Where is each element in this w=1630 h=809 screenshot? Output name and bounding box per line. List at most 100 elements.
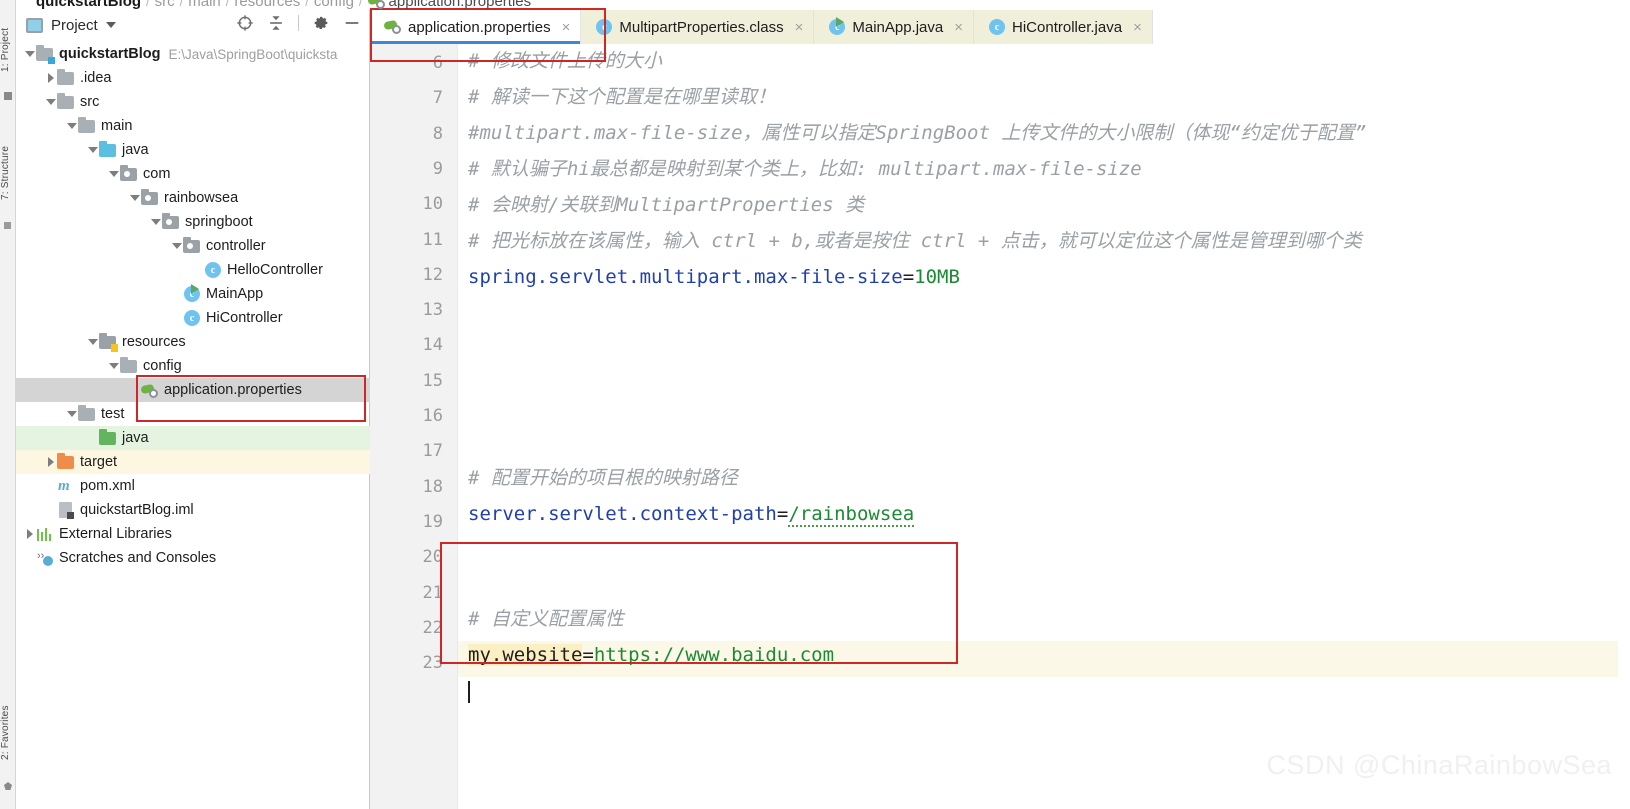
tree-node-application.properties[interactable]: application.properties [16,378,370,402]
code-line-23[interactable] [468,681,470,703]
tree-node-label: src [80,93,100,110]
line-number-19: 19 [422,511,443,532]
breadcrumb-part-resources[interactable]: resources [234,0,300,10]
tree-node-mainapp[interactable]: c MainApp [16,282,370,306]
close-icon[interactable]: × [795,20,804,35]
code-content[interactable]: # 修改文件上传的大小 # 解读一下这个配置是在哪里读取！ #multipart… [459,44,1630,809]
chevron-down-icon[interactable] [171,234,183,258]
code-line-21[interactable]: # 自定义配置属性 [468,610,624,629]
tree-node-java[interactable]: java [16,138,370,162]
chevron-right-icon[interactable] [45,66,57,90]
chevron-down-icon[interactable] [108,354,120,378]
tree-node-resources[interactable]: resources [16,330,370,354]
collapse-all-icon[interactable] [267,14,285,32]
tree-node-hicontroller[interactable]: c HiController [16,306,370,330]
tree-node-label: controller [206,237,266,254]
chevron-down-icon[interactable] [150,210,162,234]
code-line-22[interactable]: my.website=https://www.baidu.com [468,644,834,666]
tree-node-com[interactable]: com [16,162,370,186]
chevron-down-icon[interactable] [105,22,116,28]
iml-file-icon [57,502,75,519]
line-number-11: 11 [422,229,443,250]
tree-node-springboot[interactable]: springboot [16,210,370,234]
code-line-18[interactable]: server.servlet.context-path=/rainbowsea [468,503,915,527]
code-line-10[interactable]: # 会映射/关联到MultipartProperties 类 [468,196,864,215]
chevron-down-icon[interactable] [45,90,57,114]
tool-window-button-project[interactable]: 1: Project [0,14,16,86]
code-line-7[interactable]: # 解读一下这个配置是在哪里读取！ [468,88,776,107]
breadcrumb-part-main[interactable]: main [188,0,221,10]
editor-tab-multipartproperties.class[interactable]: c MultipartProperties.class × [581,10,815,44]
chevron-right-icon[interactable] [45,450,57,474]
tree-node-label: quickstartBlog [59,45,161,62]
editor-tab-application.properties[interactable]: application.properties × [370,10,582,44]
close-icon[interactable]: × [1133,20,1142,35]
breadcrumb-part-config[interactable]: config [314,0,354,10]
package-icon [120,165,138,182]
tree-node-label: main [101,117,133,134]
code-line-12[interactable]: spring.servlet.multipart.max-file-size=1… [468,268,960,287]
tree-node-java[interactable]: java [16,426,370,450]
code-line-8[interactable]: #multipart.max-file-size，属性可以指定SpringBoo… [468,124,1366,143]
breadcrumb-root[interactable]: quickstartBlog [36,0,141,10]
tree-node-external-libraries[interactable]: External Libraries [16,522,370,546]
code-line-9[interactable]: # 默认骗子hi最总都是映射到某个类上，比如: multipart.max-fi… [468,160,1142,179]
tool-window-button-favorites[interactable]: 2: Favorites [0,690,16,776]
toolbar-divider [298,15,299,31]
breadcrumb-file[interactable]: application.properties [366,0,531,10]
chevron-down-icon[interactable] [24,42,36,66]
line-number-14: 14 [422,335,443,356]
tree-node-label: java [122,141,149,158]
chevron-down-icon[interactable] [108,162,120,186]
watermark: CSDN @ChinaRainbowSea [1266,750,1612,780]
breadcrumb: quickstartBlog / src / main / resources … [36,0,531,10]
tool-strip-marker [4,92,12,100]
chevron-down-icon[interactable] [87,330,99,354]
close-icon[interactable]: × [954,20,963,35]
tree-node-test[interactable]: test [16,402,370,426]
tree-node-label: resources [122,333,186,350]
tool-window-button-structure[interactable]: 7: Structure [0,130,16,216]
editor-tab-hicontroller.java[interactable]: c HiController.java × [974,10,1153,44]
close-icon[interactable]: × [562,20,571,35]
code-line-6[interactable]: # 修改文件上传的大小 [468,52,662,71]
tree-node-pom.xml[interactable]: m pom.xml [16,474,370,498]
project-panel-header: Project [16,10,369,40]
tree-node-.idea[interactable]: .idea [16,66,370,90]
target-locate-icon[interactable] [236,14,254,32]
chevron-down-icon[interactable] [129,186,141,210]
tree-node-controller[interactable]: controller [16,234,370,258]
breadcrumb-part-src[interactable]: src [155,0,175,10]
code-editor[interactable]: 6 7 8 9 10 11 12 13 14 15 16 17 18 19 20 21 22 23 # 修改文件上… [370,44,1630,809]
project-tool-window: Project quickstartBlog E:\Java\SpringBoo… [16,10,370,809]
tree-node-target[interactable]: target [16,450,370,474]
chevron-down-icon[interactable] [66,114,78,138]
project-panel-title[interactable]: Project [51,17,98,34]
tree-node-quickstartblog.iml[interactable]: quickstartBlog.iml [16,498,370,522]
line-number-15: 15 [422,370,443,391]
code-line-17[interactable]: # 配置开始的项目根的映射路径 [468,469,738,488]
tree-node-rainbowsea[interactable]: rainbowsea [16,186,370,210]
chevron-down-icon[interactable] [87,138,99,162]
editor-tab-mainapp.java[interactable]: c MainApp.java × [814,10,975,44]
code-line-11[interactable]: # 把光标放在该属性，输入 ctrl + b,或者是按住 ctrl + 点击，就… [468,232,1362,251]
tree-node-scratches-and-consoles[interactable]: ›› Scratches and Consoles [16,546,370,570]
gear-icon[interactable] [312,14,330,32]
tree-node-main[interactable]: main [16,114,370,138]
line-number-20: 20 [422,547,443,568]
tree-node-src[interactable]: src [16,90,370,114]
properties-file-icon [383,19,401,35]
editor-vertical-scrollbar[interactable] [1618,88,1630,809]
tree-node-hellocontroller[interactable]: c HelloController [16,258,370,282]
tree-node-label: MainApp [206,285,264,302]
chevron-down-icon[interactable] [66,402,78,426]
left-tool-strip: 1: Project 7: Structure 2: Favorites [0,0,16,809]
tree-node-quickstartblog[interactable]: quickstartBlog E:\Java\SpringBoot\quickst… [16,42,370,66]
tool-strip-marker [4,222,11,229]
minimize-icon[interactable] [343,14,361,32]
tree-node-config[interactable]: config [16,354,370,378]
chevron-right-icon[interactable] [24,522,36,546]
